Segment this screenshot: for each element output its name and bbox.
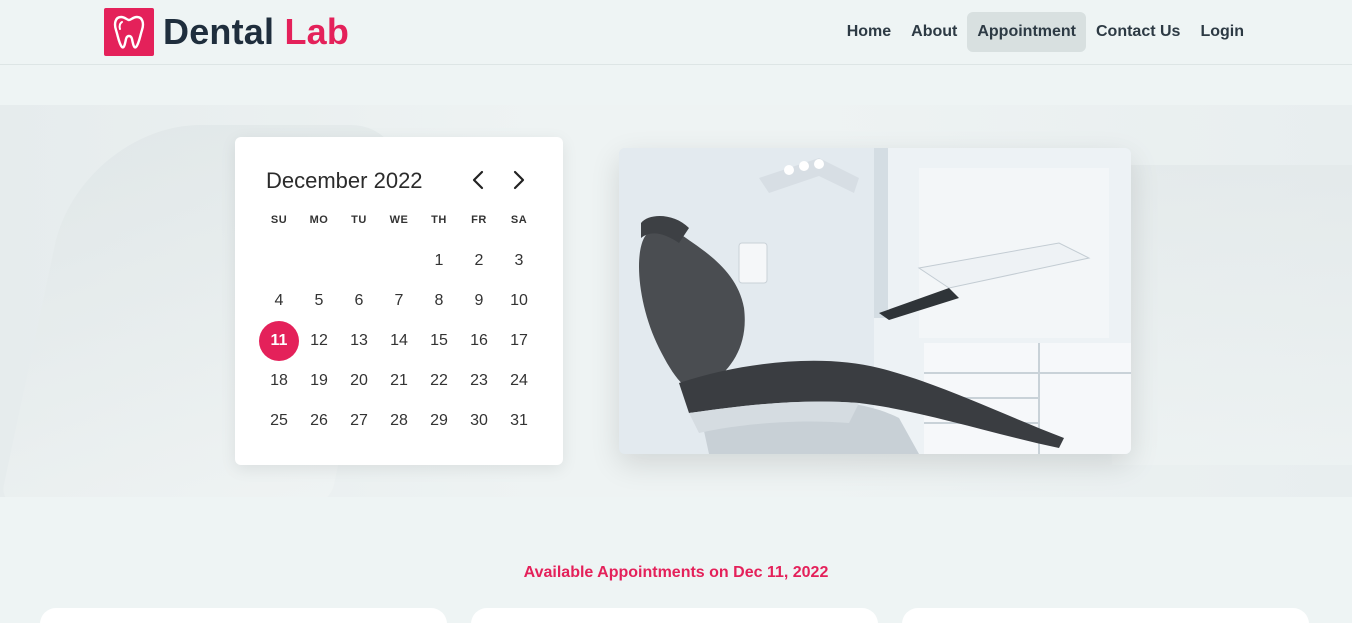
weekday-label: WE (389, 214, 409, 226)
weekday-label: SA (510, 214, 528, 226)
weekday-label: FR (471, 214, 487, 226)
calendar-day[interactable]: 27 (339, 401, 379, 441)
weekday-label: SU (270, 214, 288, 226)
calendar-day[interactable]: 26 (299, 401, 339, 441)
calendar-day[interactable]: 21 (379, 361, 419, 401)
calendar-day[interactable]: 23 (459, 361, 499, 401)
calendar-day[interactable]: 9 (459, 281, 499, 321)
logo-text-main: Dental (163, 11, 275, 52)
next-month-button[interactable] (507, 167, 531, 193)
calendar-day[interactable]: 24 (499, 361, 539, 401)
calendar-day[interactable]: 16 (459, 321, 499, 361)
calendar-day[interactable]: 20 (339, 361, 379, 401)
weekday-label: TU (351, 214, 367, 226)
calendar-day[interactable]: 22 (419, 361, 459, 401)
calendar-day[interactable]: 2 (459, 241, 499, 281)
calendar-day[interactable]: 1 (419, 241, 459, 281)
calendar-month-label: December 2022 (266, 168, 423, 193)
available-appointments-title: Available Appointments on Dec 11, 2022 (523, 564, 829, 581)
background-cabinet-image (1112, 165, 1352, 465)
nav-login[interactable]: Login (1190, 12, 1254, 52)
nav-contact-us[interactable]: Contact Us (1086, 12, 1190, 52)
weekday-label: MO (309, 214, 329, 226)
calendar-day[interactable]: 19 (299, 361, 339, 401)
calendar-day[interactable]: 13 (339, 321, 379, 361)
calendar-day[interactable]: 18 (259, 361, 299, 401)
weekday-label: TH (431, 214, 447, 226)
appointment-card[interactable] (902, 608, 1309, 623)
calendar-day[interactable]: 10 (499, 281, 539, 321)
main-nav: Home About Appointment Contact Us Login (837, 12, 1254, 52)
nav-home[interactable]: Home (837, 12, 901, 52)
calendar-empty-cell (299, 241, 339, 281)
calendar-day[interactable]: 31 (499, 401, 539, 441)
logo-text: Dental Lab (163, 11, 349, 53)
calendar-day[interactable]: 15 (419, 321, 459, 361)
appointment-card[interactable] (40, 608, 447, 623)
chevron-right-icon (513, 170, 525, 190)
calendar-day[interactable]: 29 (419, 401, 459, 441)
calendar-empty-cell (259, 241, 299, 281)
weekday-header: SU MO TU WE TH FR SA (259, 214, 539, 226)
calendar-day-grid: 1 2 3 4 5 6 7 8 9 10 11 12 13 14 15 16 17 18 19 20 21 22 23 24 2… (259, 241, 539, 441)
site-header: Dental Lab Home About Appointment Contac… (0, 0, 1352, 65)
tooth-icon (104, 8, 154, 56)
nav-about[interactable]: About (901, 12, 967, 52)
calendar-day[interactable]: 8 (419, 281, 459, 321)
dental-chair-photo (619, 148, 1131, 454)
calendar-day[interactable]: 12 (299, 321, 339, 361)
calendar-day[interactable]: 25 (259, 401, 299, 441)
chevron-left-icon (472, 170, 484, 190)
calendar-day[interactable]: 5 (299, 281, 339, 321)
calendar-day[interactable]: 4 (259, 281, 299, 321)
calendar-day[interactable]: 30 (459, 401, 499, 441)
calendar-day[interactable]: 14 (379, 321, 419, 361)
calendar-day[interactable]: 17 (499, 321, 539, 361)
calendar-day[interactable]: 3 (499, 241, 539, 281)
calendar-day[interactable]: 28 (379, 401, 419, 441)
calendar-day-selected[interactable]: 11 (259, 321, 299, 361)
logo[interactable]: Dental Lab (104, 8, 349, 56)
calendar-day[interactable]: 6 (339, 281, 379, 321)
logo-text-accent: Lab (284, 11, 350, 52)
date-picker-calendar: December 2022 SU MO TU WE TH FR SA 12345… (235, 137, 563, 465)
nav-appointment[interactable]: Appointment (967, 12, 1086, 52)
calendar-empty-cell (339, 241, 379, 281)
calendar-day[interactable]: 7 (379, 281, 419, 321)
previous-month-button[interactable] (466, 167, 490, 193)
appointment-card[interactable] (471, 608, 878, 623)
calendar-empty-cell (379, 241, 419, 281)
